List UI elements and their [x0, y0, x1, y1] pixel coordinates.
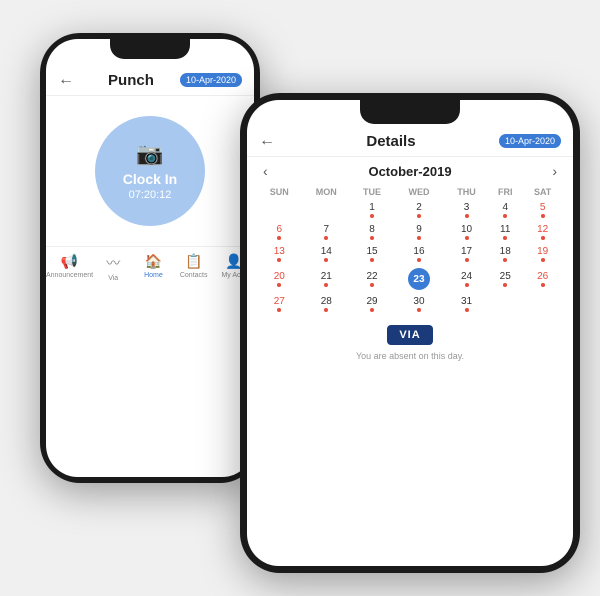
table-row[interactable]: 30 — [393, 293, 445, 315]
cal-header-mon: MON — [302, 185, 351, 199]
table-row[interactable]: 18 — [488, 243, 522, 265]
contacts-icon: 📋 — [185, 253, 202, 270]
table-row[interactable]: 21 — [302, 265, 351, 293]
table-row[interactable]: 19 — [522, 243, 563, 265]
table-row[interactable]: 16 — [393, 243, 445, 265]
phone1-bottom-nav: 📢 Announcement 〰 Via 🏠 Home 📋 Contacts 👤 — [46, 246, 254, 286]
phone2-screen: ← Details 10-Apr-2020 ‹ October-2019 › S… — [247, 100, 573, 566]
table-row[interactable]: 5 — [522, 199, 563, 221]
nav-via-label: Via — [108, 275, 118, 282]
table-row[interactable]: 27 — [257, 293, 302, 315]
clock-in-time: 07:20:12 — [129, 189, 172, 201]
cal-next-button[interactable]: › — [546, 163, 563, 179]
table-row[interactable]: 2 — [393, 199, 445, 221]
table-row[interactable]: 20 — [257, 265, 302, 293]
nav-contacts-label: Contacts — [180, 272, 208, 279]
camera-icon: 📷 — [136, 141, 163, 167]
nav-contacts[interactable]: 📋 Contacts — [174, 253, 214, 282]
scene: ← Punch 10-Apr-2020 📷 Clock In 07:20:12 … — [20, 13, 580, 583]
table-row[interactable]: 12 — [522, 221, 563, 243]
via-logo-box: VIA — [247, 325, 573, 345]
table-row[interactable] — [488, 293, 522, 315]
via-icon: 〰 — [106, 253, 120, 273]
phone1-header: ← Punch 10-Apr-2020 — [46, 67, 254, 96]
cal-month-title: October-2019 — [368, 164, 451, 179]
via-logo: VIA — [387, 325, 432, 345]
cal-header-sat: SAT — [522, 185, 563, 199]
table-row[interactable]: 25 — [488, 265, 522, 293]
phone2-frame: ← Details 10-Apr-2020 ‹ October-2019 › S… — [240, 93, 580, 573]
table-row[interactable]: 26 — [522, 265, 563, 293]
table-row[interactable]: 10 — [445, 221, 488, 243]
announcement-icon: 📢 — [61, 253, 78, 270]
absent-text: You are absent on this day. — [247, 349, 573, 363]
table-row[interactable]: 24 — [445, 265, 488, 293]
nav-via[interactable]: 〰 Via — [93, 253, 133, 282]
table-row[interactable] — [302, 199, 351, 221]
table-row[interactable]: 6 — [257, 221, 302, 243]
phone1-screen: ← Punch 10-Apr-2020 📷 Clock In 07:20:12 … — [46, 39, 254, 477]
phone2-title: Details — [283, 133, 499, 150]
phone1-frame: ← Punch 10-Apr-2020 📷 Clock In 07:20:12 … — [40, 33, 260, 483]
calendar-grid: SUN MON TUE WED THU FRI SAT 123456789101… — [257, 185, 563, 315]
clock-in-button[interactable]: 📷 Clock In 07:20:12 — [95, 116, 205, 226]
nav-announcement-label: Announcement — [46, 272, 93, 279]
cal-header-fri: FRI — [488, 185, 522, 199]
cal-header-sun: SUN — [257, 185, 302, 199]
cal-header-thu: THU — [445, 185, 488, 199]
phone1-content: 📷 Clock In 07:20:12 — [46, 96, 254, 246]
table-row[interactable] — [257, 199, 302, 221]
calendar-nav: ‹ October-2019 › — [257, 163, 563, 179]
table-row[interactable]: 4 — [488, 199, 522, 221]
table-row[interactable]: 17 — [445, 243, 488, 265]
table-row[interactable]: 8 — [351, 221, 393, 243]
phone1-title: Punch — [82, 72, 180, 89]
home-icon: 🏠 — [145, 253, 162, 270]
table-row[interactable]: 15 — [351, 243, 393, 265]
table-row[interactable]: 23 — [393, 265, 445, 293]
table-row[interactable]: 3 — [445, 199, 488, 221]
cal-header-wed: WED — [393, 185, 445, 199]
cal-prev-button[interactable]: ‹ — [257, 163, 274, 179]
table-row[interactable] — [522, 293, 563, 315]
phone1-date-badge: 10-Apr-2020 — [180, 73, 242, 87]
cal-header-tue: TUE — [351, 185, 393, 199]
table-row[interactable]: 13 — [257, 243, 302, 265]
nav-home[interactable]: 🏠 Home — [133, 253, 173, 282]
table-row[interactable]: 22 — [351, 265, 393, 293]
phone2-date-badge: 10-Apr-2020 — [499, 134, 561, 148]
nav-announcement[interactable]: 📢 Announcement — [46, 253, 93, 282]
table-row[interactable]: 28 — [302, 293, 351, 315]
table-row[interactable]: 31 — [445, 293, 488, 315]
calendar-section: ‹ October-2019 › SUN MON TUE WED THU FRI — [247, 157, 573, 319]
table-row[interactable]: 9 — [393, 221, 445, 243]
nav-home-label: Home — [144, 272, 163, 279]
table-row[interactable]: 14 — [302, 243, 351, 265]
phone1-notch — [110, 39, 190, 59]
table-row[interactable]: 29 — [351, 293, 393, 315]
phone2-header: ← Details 10-Apr-2020 — [247, 128, 573, 157]
table-row[interactable]: 7 — [302, 221, 351, 243]
back-button[interactable]: ← — [58, 71, 82, 89]
phone2-back-button[interactable]: ← — [259, 132, 283, 150]
phone2-notch — [360, 100, 460, 124]
table-row[interactable]: 11 — [488, 221, 522, 243]
clock-in-label: Clock In — [123, 171, 177, 187]
table-row[interactable]: 1 — [351, 199, 393, 221]
